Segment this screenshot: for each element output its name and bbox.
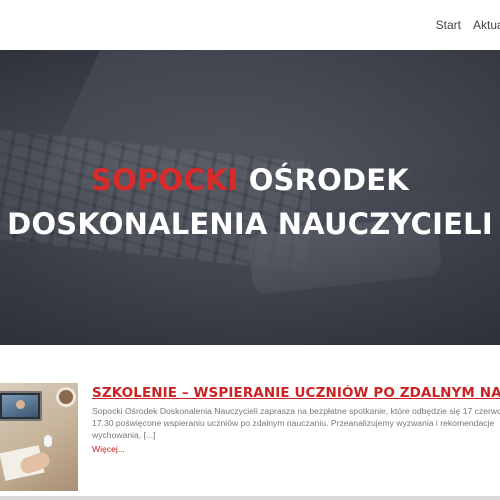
post-excerpt-line: Sopocki Ośrodek Doskonalenia Nauczycieli… <box>92 406 500 416</box>
thumbnail-person <box>16 400 25 409</box>
hero-title-accent: SOPOCKI <box>91 163 239 197</box>
thumbnail-laptop <box>0 391 42 421</box>
post-excerpt-line: wychowania, [...] <box>92 430 156 440</box>
post-item: SZKOLENIE – WSPIERANIE UCZNIÓW PO ZDALNY… <box>0 383 500 493</box>
thumbnail-mouse <box>44 435 52 447</box>
hero-title-line2: DOSKONALENIA NAUCZYCIELI <box>7 207 493 241</box>
read-more-link[interactable]: Więcej... <box>92 444 125 454</box>
hero-title-rest: OŚRODEK <box>248 163 409 197</box>
menu-item-start[interactable]: Start <box>436 18 461 32</box>
main-menu: Start Aktualności <box>436 18 500 32</box>
thumbnail-cup <box>56 387 76 407</box>
post-thumbnail[interactable] <box>0 383 78 491</box>
hero-title: SOPOCKI OŚRODEK DOSKONALENIA NAUCZYCIELI <box>0 158 500 246</box>
thumbnail-screen <box>2 395 38 417</box>
top-navigation-bar: Start Aktualności <box>0 0 500 50</box>
hero-banner: SOPOCKI OŚRODEK DOSKONALENIA NAUCZYCIELI <box>0 50 500 345</box>
menu-item-aktualnosci[interactable]: Aktualności <box>473 18 500 32</box>
post-excerpt: Sopocki Ośrodek Doskonalenia Nauczycieli… <box>92 405 500 441</box>
divider <box>0 496 500 500</box>
post-excerpt-line: 17.30 poświęcone wspieraniu uczniów po z… <box>92 418 495 428</box>
post-title-link[interactable]: SZKOLENIE – WSPIERANIE UCZNIÓW PO ZDALNY… <box>92 385 500 401</box>
